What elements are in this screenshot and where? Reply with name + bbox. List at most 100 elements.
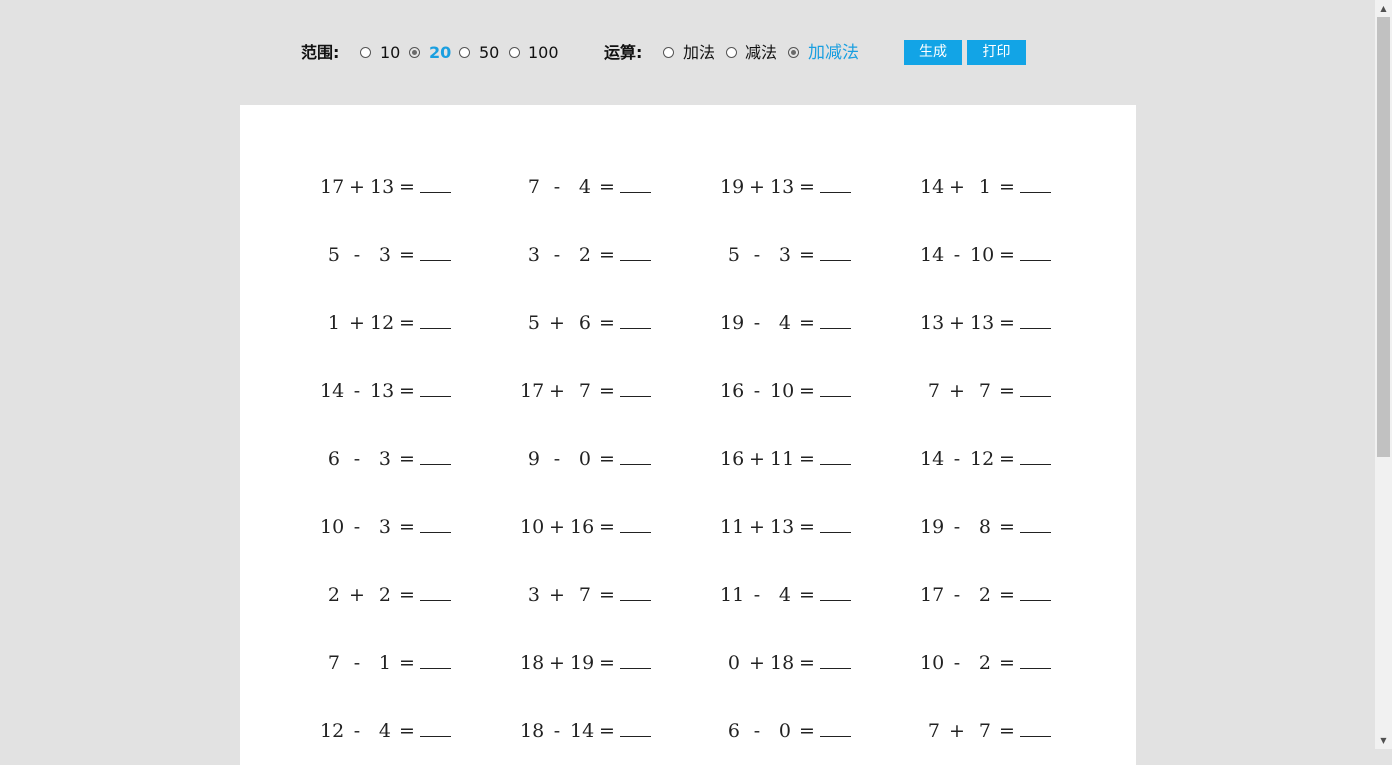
equals-sign: = bbox=[399, 448, 415, 470]
problem-item: 7 +7 = bbox=[920, 379, 1090, 403]
operator: + bbox=[949, 312, 965, 334]
operator: + bbox=[349, 584, 365, 606]
operand-b: 7 bbox=[578, 380, 591, 402]
operand-a: 14 bbox=[920, 448, 945, 470]
equals-sign: = bbox=[999, 652, 1015, 674]
operator: - bbox=[353, 380, 361, 402]
operand-a: 6 bbox=[327, 448, 340, 470]
answer-blank bbox=[820, 515, 851, 539]
range-radio-100[interactable] bbox=[509, 47, 520, 58]
answer-blank bbox=[1020, 583, 1051, 607]
answer-blank bbox=[420, 311, 451, 335]
operand-b: 7 bbox=[978, 720, 991, 742]
operand-a: 16 bbox=[720, 380, 745, 402]
operand-a: 18 bbox=[520, 652, 545, 674]
operand-a: 6 bbox=[727, 720, 740, 742]
operand-b: 13 bbox=[370, 380, 395, 402]
operand-a: 18 bbox=[520, 720, 545, 742]
problem-item: 16-10 = bbox=[720, 379, 890, 403]
equals-sign: = bbox=[999, 312, 1015, 334]
vertical-scrollbar[interactable]: ▲ ▼ bbox=[1375, 0, 1392, 749]
answer-blank bbox=[820, 583, 851, 607]
scroll-down-arrow-icon[interactable]: ▼ bbox=[1375, 732, 1392, 749]
range-radio-50[interactable] bbox=[459, 47, 470, 58]
operator: - bbox=[953, 652, 961, 674]
operand-a: 13 bbox=[920, 312, 945, 334]
answer-underline bbox=[820, 515, 851, 533]
answer-underline bbox=[1020, 719, 1051, 737]
operator: + bbox=[949, 380, 965, 402]
answer-blank bbox=[420, 175, 451, 199]
operator: + bbox=[549, 516, 565, 538]
operand-a: 17 bbox=[920, 584, 945, 606]
equals-sign: = bbox=[399, 244, 415, 266]
operand-b: 13 bbox=[770, 176, 795, 198]
op-option-subtract[interactable]: 减法 bbox=[745, 43, 777, 63]
range-option-50[interactable]: 50 bbox=[479, 43, 499, 63]
answer-underline bbox=[820, 175, 851, 193]
problem-item: 19-4 = bbox=[720, 311, 890, 335]
operand-a: 17 bbox=[520, 380, 545, 402]
operand-b: 1 bbox=[978, 176, 991, 198]
op-radio-add[interactable] bbox=[663, 47, 674, 58]
answer-underline bbox=[820, 719, 851, 737]
print-button[interactable]: 打印 bbox=[967, 40, 1026, 65]
worksheet: 17 +13 = 7-4 = 19 +13 = 14 +1 = 5-3 = 3-2 = 5-3 = 14-10 = 1… bbox=[240, 105, 1136, 765]
problem-item: 17 +7 = bbox=[520, 379, 690, 403]
answer-blank bbox=[1020, 515, 1051, 539]
problem-item: 14-13 = bbox=[320, 379, 490, 403]
operand-a: 19 bbox=[920, 516, 945, 538]
range-option-20[interactable]: 20 bbox=[429, 43, 451, 63]
operand-a: 17 bbox=[320, 176, 345, 198]
equals-sign: = bbox=[399, 516, 415, 538]
op-radio-mixed[interactable] bbox=[788, 47, 799, 58]
equals-sign: = bbox=[799, 516, 815, 538]
problem-item: 1 +12 = bbox=[320, 311, 490, 335]
operand-a: 11 bbox=[720, 584, 745, 606]
operand-a: 14 bbox=[920, 244, 945, 266]
answer-underline bbox=[420, 447, 451, 465]
operand-b: 2 bbox=[978, 584, 991, 606]
problem-item: 18-14 = bbox=[520, 719, 690, 743]
scroll-up-arrow-icon[interactable]: ▲ bbox=[1375, 0, 1392, 17]
problem-item: 3 +7 = bbox=[520, 583, 690, 607]
operator: + bbox=[949, 720, 965, 742]
range-radio-20[interactable] bbox=[409, 47, 420, 58]
operator: - bbox=[553, 244, 561, 266]
answer-blank bbox=[820, 175, 851, 199]
op-option-add[interactable]: 加法 bbox=[683, 43, 715, 63]
range-label: 范围: bbox=[301, 43, 340, 62]
operator: + bbox=[949, 176, 965, 198]
range-option-10[interactable]: 10 bbox=[380, 43, 400, 63]
answer-underline bbox=[1020, 175, 1051, 193]
operand-a: 2 bbox=[327, 584, 340, 606]
operand-b: 16 bbox=[570, 516, 595, 538]
op-radio-subtract[interactable] bbox=[726, 47, 737, 58]
equals-sign: = bbox=[999, 176, 1015, 198]
problem-item: 18 +19 = bbox=[520, 651, 690, 675]
answer-underline bbox=[820, 447, 851, 465]
equals-sign: = bbox=[599, 312, 615, 334]
equals-sign: = bbox=[399, 312, 415, 334]
answer-blank bbox=[1020, 243, 1051, 267]
toolbar: 范围: 10 20 50 100 运算: 加法 减法 加减法 生成 打印 bbox=[0, 0, 1375, 105]
equals-sign: = bbox=[599, 380, 615, 402]
answer-blank bbox=[1020, 379, 1051, 403]
operator: + bbox=[349, 176, 365, 198]
range-option-100[interactable]: 100 bbox=[528, 43, 559, 63]
answer-underline bbox=[820, 243, 851, 261]
operand-a: 9 bbox=[527, 448, 540, 470]
op-option-mixed[interactable]: 加减法 bbox=[808, 43, 859, 63]
operand-b: 7 bbox=[978, 380, 991, 402]
problem-item: 9-0 = bbox=[520, 447, 690, 471]
scroll-thumb[interactable] bbox=[1377, 17, 1390, 457]
answer-underline bbox=[420, 311, 451, 329]
answer-underline bbox=[420, 515, 451, 533]
problem-item: 11-4 = bbox=[720, 583, 890, 607]
answer-underline bbox=[820, 311, 851, 329]
answer-underline bbox=[620, 583, 651, 601]
generate-button[interactable]: 生成 bbox=[904, 40, 962, 65]
range-radio-10[interactable] bbox=[360, 47, 371, 58]
answer-underline bbox=[1020, 515, 1051, 533]
operand-a: 7 bbox=[527, 176, 540, 198]
